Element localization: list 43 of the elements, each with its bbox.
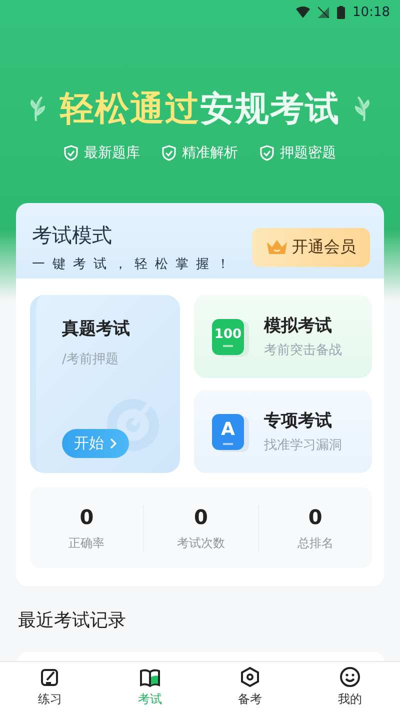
shield-check-icon [64,145,78,161]
card-subtitle: 找准学习漏洞 [264,437,342,454]
section-title: 考试模式 [32,222,113,248]
crown-icon [266,239,288,255]
leaf-icon [30,95,46,123]
stat-value: 0 [194,505,208,529]
feature-label: 押题密题 [280,144,336,162]
stat-value: 0 [308,505,322,529]
nav-tab[interactable]: 我的 [300,662,400,712]
card-subtitle: /考前押题 [62,351,120,368]
section-title: 最近考试记录 [18,609,127,632]
card-title: 专项考试 [264,410,333,432]
book-icon [139,666,161,688]
exam-badge-icon: 100 [212,318,244,354]
card-title: 真题考试 [62,318,131,340]
exam-badge-icon: A [212,414,244,450]
no-signal-icon [318,6,329,18]
exam-mode-card[interactable]: 100 模拟考试 考前突击备战 [194,295,372,378]
card-subtitle: 考前突击备战 [264,342,342,359]
stat-label: 正确率 [68,535,105,552]
stat-label: 总排名 [297,535,334,552]
wifi-icon [296,6,310,18]
feature-label: 精准解析 [182,144,238,162]
stat-value: 0 [80,505,94,529]
feature-label: 最新题库 [84,144,140,162]
nav-tab[interactable]: 备考 [200,662,300,712]
section-subtitle: 一键考试，轻松掌握！ [32,256,237,272]
stat-label: 考试次数 [176,535,225,552]
leaf-icon [354,95,370,123]
exam-mode-card[interactable]: A 专项考试 找准学习漏洞 [194,390,372,473]
status-time: 10:18 [352,4,390,20]
nav-tab[interactable]: 练习 [0,662,100,712]
card-title: 模拟考试 [264,315,333,337]
headline: 轻松通过安规考试 [60,88,340,131]
hexagon-icon [239,666,261,688]
shield-check-icon [260,145,274,161]
real-exam-card[interactable]: 真题考试 /考前押题 开始 [30,295,180,473]
smiley-icon [339,666,361,688]
edit-icon [39,666,61,688]
shield-check-icon [162,145,176,161]
chevron-right-icon [110,438,117,449]
battery-icon [336,6,345,18]
membership-button[interactable]: 开通会员 [252,228,370,266]
